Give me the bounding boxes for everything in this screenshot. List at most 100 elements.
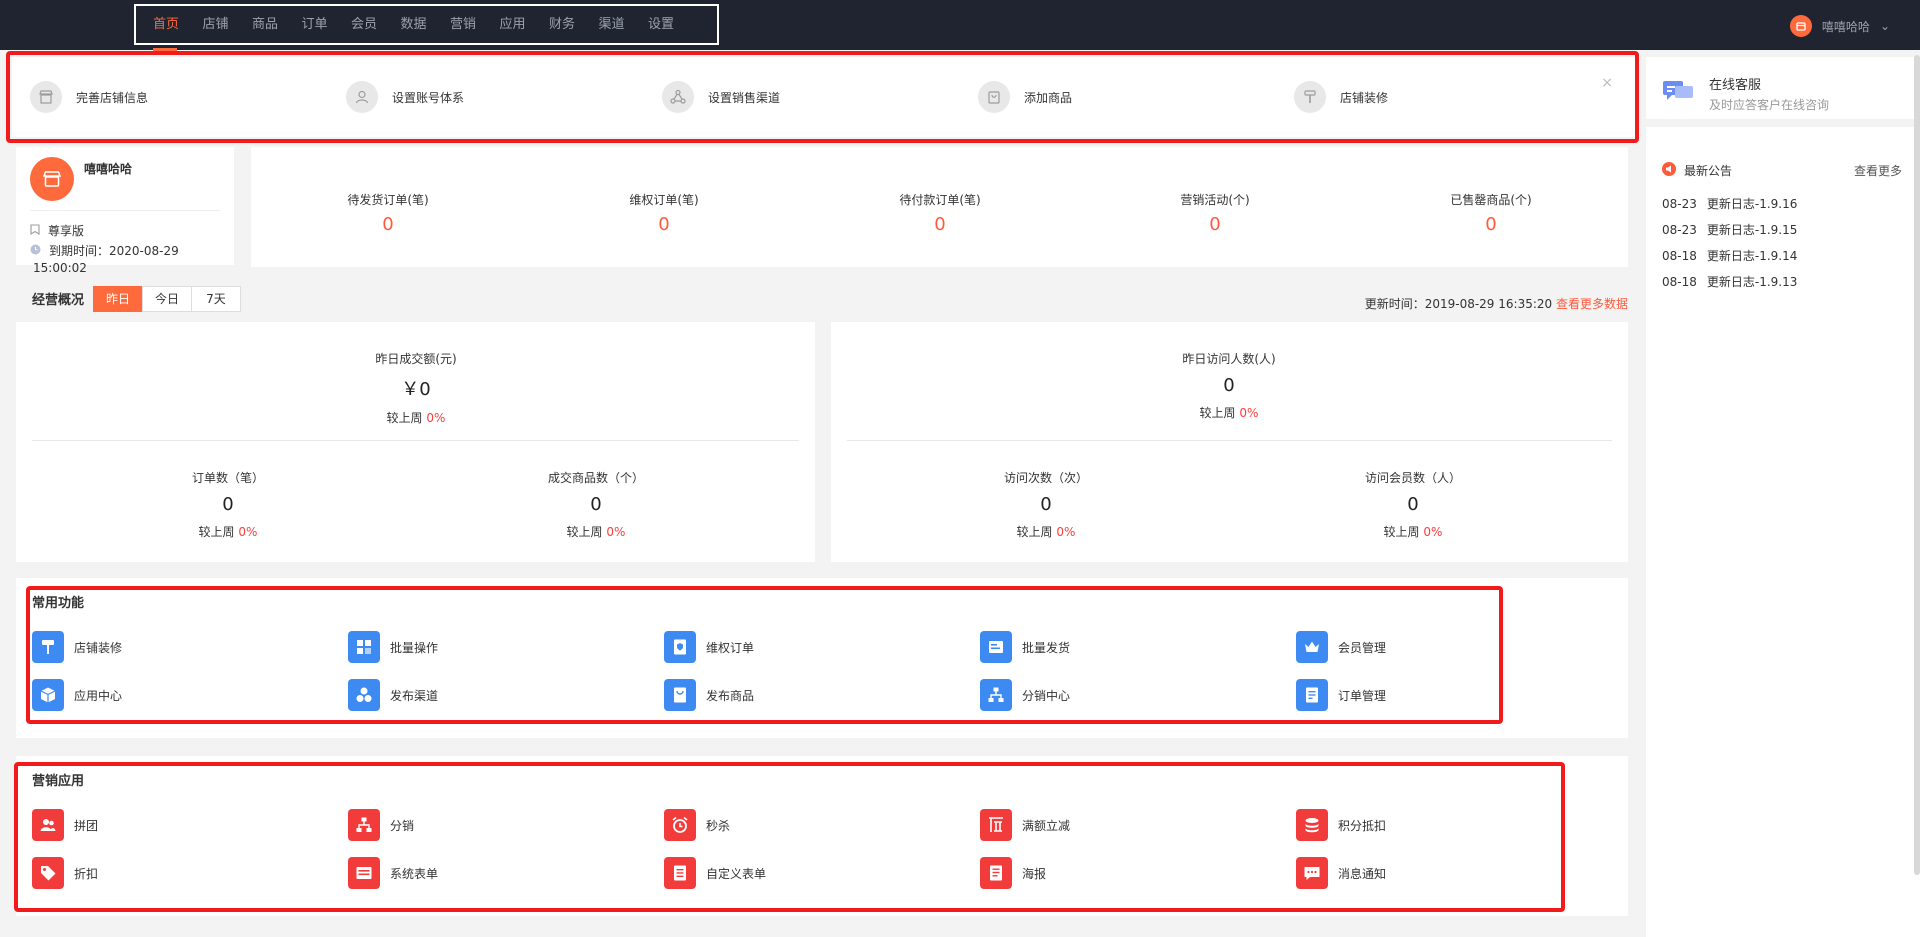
feature-label: 海报 — [1022, 866, 1047, 881]
stat-rights-orders[interactable]: 维权订单(笔) 0 — [564, 191, 764, 235]
more-data-link[interactable]: 查看更多数据 — [1556, 297, 1628, 311]
list-item[interactable]: 08-18 更新日志-1.9.13 — [1662, 269, 1902, 295]
feature-system-form[interactable]: 系统表单 — [348, 857, 438, 889]
nav-item-products[interactable]: 商品 — [252, 4, 302, 45]
feature-distribution[interactable]: 分销 — [348, 809, 414, 841]
feature-app-center[interactable]: 应用中心 — [32, 679, 122, 711]
page-scrollbar[interactable] — [1914, 55, 1920, 875]
feature-publish-channel[interactable]: 发布渠道 — [348, 679, 438, 711]
metric-member-visits: 访问会员数（人） 0 较上周 0% — [1283, 469, 1543, 540]
metric-value: 0 — [590, 494, 602, 515]
feature-group-buy[interactable]: 拼团 — [32, 809, 98, 841]
metric-compare: 较上周 0% — [98, 523, 358, 540]
guide-step-add-product[interactable]: 添加商品 — [978, 81, 1072, 113]
feature-label: 自定义表单 — [706, 866, 767, 881]
feature-distribution-center[interactable]: 分销中心 — [980, 679, 1070, 711]
feature-batch-operation[interactable]: 批量操作 — [348, 631, 438, 663]
list-item[interactable]: 08-23 更新日志-1.9.15 — [1662, 217, 1902, 243]
stat-sold-out[interactable]: 已售罄商品(个) 0 — [1391, 191, 1591, 235]
notice-date: 08-23 — [1662, 223, 1697, 237]
guide-step-shop-info[interactable]: 完善店铺信息 — [30, 81, 148, 113]
feature-order-management[interactable]: 订单管理 — [1296, 679, 1386, 711]
compare-pct: 0% — [238, 525, 258, 539]
user-name: 嘻嘻哈哈 — [1821, 19, 1870, 34]
stat-value: 0 — [382, 214, 394, 235]
feature-points-deduction[interactable]: 积分抵扣 — [1296, 809, 1386, 841]
metric-value: 0 — [1040, 494, 1052, 515]
stat-pending-shipment[interactable]: 待发货订单(笔) 0 — [288, 191, 488, 235]
publish-product-icon — [664, 679, 696, 711]
metric-label: 访问会员数（人） — [1364, 471, 1461, 485]
nav-item-members[interactable]: 会员 — [351, 4, 401, 45]
feature-message-notification[interactable]: 消息通知 — [1296, 857, 1386, 889]
distribution-icon — [348, 809, 380, 841]
compare-label: 较上周 — [1199, 406, 1236, 420]
metric-order-count: 订单数（笔） 0 较上周 0% — [98, 469, 358, 540]
feature-label: 发布商品 — [706, 688, 755, 703]
feature-shop-decoration[interactable]: 店铺装修 — [32, 631, 122, 663]
stat-value: 0 — [1485, 214, 1497, 235]
notice-list: 08-23 更新日志-1.9.16 08-23 更新日志-1.9.15 08-18 更… — [1662, 191, 1902, 295]
list-item[interactable]: 08-18 更新日志-1.9.14 — [1662, 243, 1902, 269]
top-navigation-bar: 首页 店铺 商品 订单 会员 数据 营销 应用 财务 渠道 设置 嘻嘻哈哈 ⌄ — [0, 0, 1920, 51]
nav-item-home[interactable]: 首页 — [153, 4, 203, 51]
notice-date: 08-23 — [1662, 197, 1697, 211]
nav-item-shop[interactable]: 店铺 — [203, 4, 253, 45]
overview-period-tabs: 昨日 今日 7天 — [93, 286, 241, 312]
metric-compare: 较上周 0% — [1099, 404, 1359, 421]
nav-item-settings[interactable]: 设置 — [648, 4, 698, 45]
guide-step-channels[interactable]: 设置销售渠道 — [662, 81, 780, 113]
user-menu[interactable]: 嘻嘻哈哈 ⌄ — [1789, 15, 1890, 37]
compare-pct: 0% — [1239, 406, 1259, 420]
tab-yesterday[interactable]: 昨日 — [93, 286, 143, 312]
online-service-card[interactable]: 在线客服 及时应答客户在线咨询 — [1646, 67, 1920, 127]
nav-item-apps[interactable]: 应用 — [500, 4, 550, 45]
metric-compare: 较上周 0% — [286, 409, 546, 426]
feature-discount[interactable]: 折扣 — [32, 857, 98, 889]
stat-value: 0 — [658, 214, 670, 235]
nav-item-channels[interactable]: 渠道 — [599, 4, 649, 45]
compare-pct: 0% — [606, 525, 626, 539]
feature-label: 满额立减 — [1022, 818, 1071, 833]
nav-item-orders[interactable]: 订单 — [302, 4, 352, 45]
close-icon[interactable]: × — [1601, 75, 1613, 91]
chat-bubbles-icon — [1661, 77, 1695, 109]
stat-marketing-activities[interactable]: 营销活动(个) 0 — [1115, 191, 1315, 235]
tab-today[interactable]: 今日 — [142, 286, 192, 312]
feature-custom-form[interactable]: 自定义表单 — [664, 857, 766, 889]
guide-step-decoration[interactable]: 店铺装修 — [1294, 81, 1388, 113]
guide-step-accounts[interactable]: 设置账号体系 — [346, 81, 464, 113]
feature-publish-product[interactable]: 发布商品 — [664, 679, 754, 711]
notice-text: 更新日志-1.9.16 — [1706, 197, 1798, 211]
setup-guide-bar: 完善店铺信息 设置账号体系 设置销售渠道 添加商品 店铺装修 × — [12, 57, 1637, 137]
metric-value: 0 — [222, 494, 234, 515]
metric-visit-count: 访问次数（次） 0 较上周 0% — [916, 469, 1176, 540]
nav-item-finance[interactable]: 财务 — [549, 4, 599, 45]
feature-full-reduction[interactable]: 满额立减 — [980, 809, 1070, 841]
poster-icon — [980, 857, 1012, 889]
batch-grid-icon — [348, 631, 380, 663]
paint-roller-icon — [1294, 81, 1326, 113]
list-item[interactable]: 08-23 更新日志-1.9.16 — [1662, 191, 1902, 217]
compare-label: 较上周 — [198, 525, 235, 539]
feature-flash-sale[interactable]: 秒杀 — [664, 809, 730, 841]
overview-title: 经营概况 — [32, 293, 85, 308]
feature-poster[interactable]: 海报 — [980, 857, 1046, 889]
nav-item-marketing[interactable]: 营销 — [450, 4, 500, 45]
shop-expire-time-text: 15:00:02 — [33, 261, 87, 275]
stat-pending-payment[interactable]: 待付款订单(笔) 0 — [840, 191, 1040, 235]
feature-member-management[interactable]: 会员管理 — [1296, 631, 1386, 663]
notice-header: 最新公告 查看更多 — [1662, 162, 1902, 179]
feature-label: 拼团 — [74, 818, 99, 833]
order-list-icon — [1296, 679, 1328, 711]
feature-batch-shipping[interactable]: 批量发货 — [980, 631, 1070, 663]
feature-rights-orders[interactable]: 维权订单 — [664, 631, 754, 663]
tab-7-days[interactable]: 7天 — [191, 286, 241, 312]
compare-pct: 0% — [426, 411, 446, 425]
notice-more-link[interactable]: 查看更多 — [1854, 162, 1902, 179]
section-title: 营销应用 — [32, 774, 85, 789]
main-nav: 首页 店铺 商品 订单 会员 数据 营销 应用 财务 渠道 设置 — [134, 4, 719, 51]
nav-item-data[interactable]: 数据 — [401, 4, 451, 45]
paint-roller-icon — [32, 631, 64, 663]
user-icon — [346, 81, 378, 113]
